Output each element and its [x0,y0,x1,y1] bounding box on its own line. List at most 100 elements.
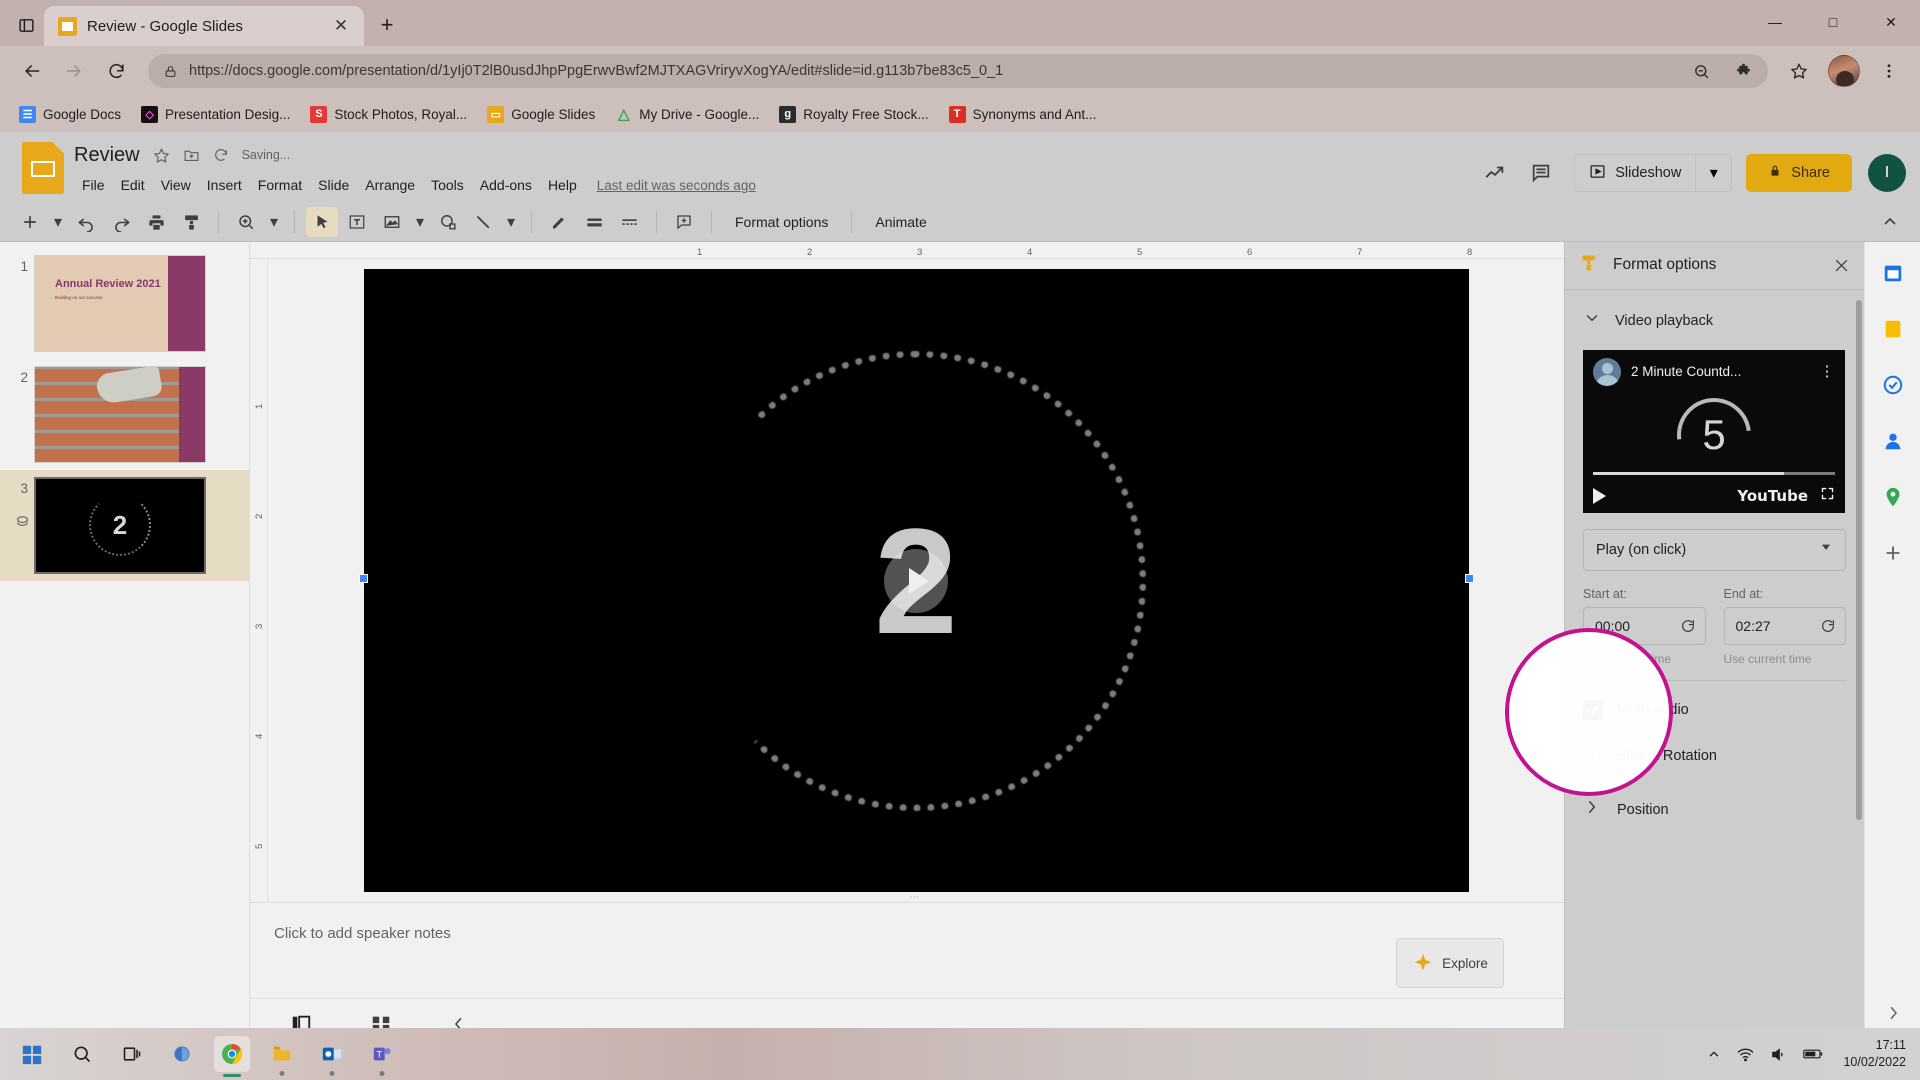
user-avatar[interactable]: I [1868,154,1906,192]
address-bar[interactable]: https://docs.google.com/presentation/d/1… [148,54,1768,88]
menu-slide[interactable]: Slide [310,174,357,196]
selection-handle[interactable] [1464,574,1474,583]
collapse-toolbar-icon[interactable] [1874,207,1906,237]
browser-tab[interactable]: Review - Google Slides ✕ [44,6,364,46]
add-ons-plus-icon[interactable] [1876,536,1910,570]
new-tab-button[interactable]: + [370,8,404,42]
comment-history-icon[interactable] [1522,154,1560,192]
page-title[interactable]: Review [74,144,140,167]
video-progress-bar[interactable] [1593,471,1835,475]
zoom-caret-icon[interactable]: ▾ [265,207,283,237]
menu-format[interactable]: Format [250,174,310,196]
forward-button[interactable] [56,53,92,89]
selection-handle[interactable] [358,574,368,583]
bookmark-item[interactable]: T Synonyms and Ant... [940,102,1106,127]
reset-time-icon[interactable] [1680,618,1696,634]
slide-thumbnail[interactable]: Annual Review 2021 Building on our succe… [34,254,206,352]
clock[interactable]: 17:11 10/02/2022 [1843,1037,1906,1071]
menu-arrange[interactable]: Arrange [357,174,423,196]
play-icon[interactable] [1593,487,1606,504]
print-icon[interactable] [140,207,172,237]
last-edit-link[interactable]: Last edit was seconds ago [597,178,756,193]
more-options-icon[interactable]: ⋮ [1819,364,1835,378]
filmstrip-slide-2[interactable]: 2 [0,359,249,470]
explore-button[interactable]: Explore [1396,938,1504,989]
text-box-icon[interactable] [341,207,373,237]
extension-puzzle-icon[interactable] [1728,56,1758,86]
pen-color-icon[interactable] [543,207,575,237]
close-window-button[interactable]: ✕ [1862,0,1920,44]
fullscreen-icon[interactable] [1820,486,1835,506]
menu-edit[interactable]: Edit [113,174,153,196]
wifi-icon[interactable] [1737,1046,1754,1063]
menu-add-ons[interactable]: Add-ons [472,174,540,196]
file-explorer-icon[interactable] [264,1036,300,1072]
add-slide-caret-icon[interactable]: ▾ [49,207,67,237]
close-icon[interactable] [1833,257,1850,274]
filmstrip-slide-3[interactable]: 3 2 [0,469,249,581]
position-section[interactable]: Position [1583,787,1846,833]
slide-canvas[interactable]: 2 [358,269,1474,893]
format-options-button[interactable]: Format options [723,209,840,235]
bookmark-item[interactable]: △ My Drive - Google... [606,102,768,127]
border-weight-icon[interactable] [578,207,610,237]
menu-insert[interactable]: Insert [199,174,250,196]
search-icon[interactable] [64,1036,100,1072]
tab-search-button[interactable] [8,7,44,43]
redo-icon[interactable] [105,207,137,237]
border-dash-icon[interactable] [613,207,645,237]
notes-splitter[interactable]: ⋯ [364,892,1469,903]
shape-icon[interactable] [432,207,464,237]
filmstrip-slide-1[interactable]: 1 Annual Review 2021 Building on our suc… [0,248,249,359]
video-playback-section-header[interactable]: Video playback [1583,304,1846,338]
slide-filmstrip[interactable]: 1 Annual Review 2021 Building on our suc… [0,241,250,1048]
move-to-folder-icon[interactable] [183,147,200,164]
google-tasks-icon[interactable] [1876,368,1910,402]
reload-button[interactable] [98,53,134,89]
widgets-icon[interactable] [164,1036,200,1072]
google-calendar-icon[interactable] [1876,256,1910,290]
menu-file[interactable]: File [74,174,113,196]
transition-icon[interactable] [14,514,31,536]
video-preview[interactable]: 2 Minute Countd... ⋮ 5 YouTube [1583,349,1845,513]
slideshow-button[interactable]: Slideshow [1575,155,1695,191]
outlook-icon[interactable] [314,1036,350,1072]
menu-tools[interactable]: Tools [423,174,472,196]
bookmark-item[interactable]: ◇ Presentation Desig... [132,102,299,127]
browser-menu-icon[interactable] [1872,54,1906,88]
add-slide-icon[interactable] [14,207,46,237]
end-at-hint[interactable]: Use current time [1724,652,1847,666]
volume-icon[interactable] [1770,1046,1787,1063]
battery-icon[interactable] [1803,1047,1823,1061]
back-button[interactable] [14,53,50,89]
activity-dashboard-icon[interactable] [1476,154,1514,192]
bookmark-item[interactable]: S Stock Photos, Royal... [301,102,476,127]
google-maps-icon[interactable] [1876,480,1910,514]
google-keep-icon[interactable] [1876,312,1910,346]
chrome-icon[interactable] [214,1036,250,1072]
image-caret-icon[interactable]: ▾ [411,207,429,237]
chevron-down-icon[interactable]: ▾ [1695,155,1731,191]
zoom-icon[interactable] [230,207,262,237]
panel-scrollbar[interactable] [1856,299,1862,820]
line-caret-icon[interactable]: ▾ [502,207,520,237]
minimize-button[interactable]: — [1746,0,1804,44]
maximize-button[interactable]: □ [1804,0,1862,44]
speaker-notes-pane[interactable]: Click to add speaker notes Explore [250,902,1564,999]
play-button-icon[interactable] [884,548,948,613]
select-cursor-icon[interactable] [306,207,338,238]
slide-thumbnail[interactable]: 2 [34,476,206,574]
undo-icon[interactable] [70,207,102,237]
insert-image-icon[interactable] [376,207,408,237]
teams-icon[interactable]: T [364,1036,400,1072]
line-icon[interactable] [467,207,499,237]
end-at-field[interactable]: 02:27 [1723,606,1846,645]
google-contacts-icon[interactable] [1876,424,1910,458]
close-icon[interactable]: ✕ [328,13,354,39]
zoom-out-icon[interactable] [1686,56,1716,86]
avatar[interactable] [1828,55,1860,87]
expand-side-panel-icon[interactable] [1876,996,1910,1030]
show-hidden-icons-chevron[interactable] [1707,1047,1721,1061]
bookmark-star-icon[interactable] [1782,54,1816,88]
menu-help[interactable]: Help [540,174,585,196]
